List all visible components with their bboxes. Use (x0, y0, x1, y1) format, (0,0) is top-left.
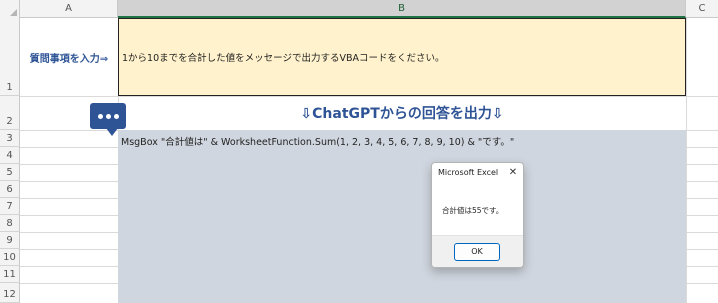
answer-heading-cell[interactable]: ⇩ChatGPTからの回答を出力⇩ (118, 96, 686, 130)
ok-button[interactable]: OK (454, 243, 500, 261)
message-box-text: 合計値は55です。 (442, 206, 504, 215)
question-input-cell[interactable]: 1から10までを合計した値をメッセージで出力するVBAコードをください。 (118, 18, 686, 96)
close-icon[interactable]: ✕ (506, 164, 520, 182)
column-header-c[interactable]: C (686, 0, 718, 18)
select-all-button[interactable] (0, 0, 20, 18)
row-header-12[interactable]: 12 (0, 283, 20, 303)
column-header-b[interactable]: B (118, 0, 686, 18)
row-header-10[interactable]: 10 (0, 249, 20, 266)
message-box-dialog: Microsoft Excel ✕ 合計値は55です。 OK (431, 162, 524, 268)
message-box-titlebar[interactable]: Microsoft Excel ✕ (432, 163, 523, 183)
question-label-cell[interactable]: 質問事項を入力⇒ (20, 18, 118, 96)
row-header-11[interactable]: 11 (0, 266, 20, 283)
message-box-title: Microsoft Excel (438, 168, 499, 177)
row-header-7[interactable]: 7 (0, 198, 20, 215)
vba-code-cell[interactable]: MsgBox "合計値は" & WorksheetFunction.Sum(1,… (121, 134, 514, 148)
gridline (686, 18, 687, 303)
row-header-1[interactable]: 1 (0, 18, 20, 96)
row-header-8[interactable]: 8 (0, 215, 20, 232)
column-header-row: A B C (0, 0, 718, 18)
row-header-2[interactable]: 2 (0, 96, 20, 130)
row-header-3[interactable]: 3 (0, 130, 20, 147)
row-header-4[interactable]: 4 (0, 147, 20, 164)
row-header-6[interactable]: 6 (0, 181, 20, 198)
answer-output-area[interactable] (118, 130, 686, 303)
chat-bubble-icon (90, 103, 126, 136)
message-box-footer: OK (432, 235, 523, 267)
row-header-5[interactable]: 5 (0, 164, 20, 181)
row-header-9[interactable]: 9 (0, 232, 20, 249)
spreadsheet: A B C 1 2 3 4 5 6 7 8 9 10 11 12 質問事項を入力… (0, 0, 718, 303)
column-header-a[interactable]: A (20, 0, 118, 18)
